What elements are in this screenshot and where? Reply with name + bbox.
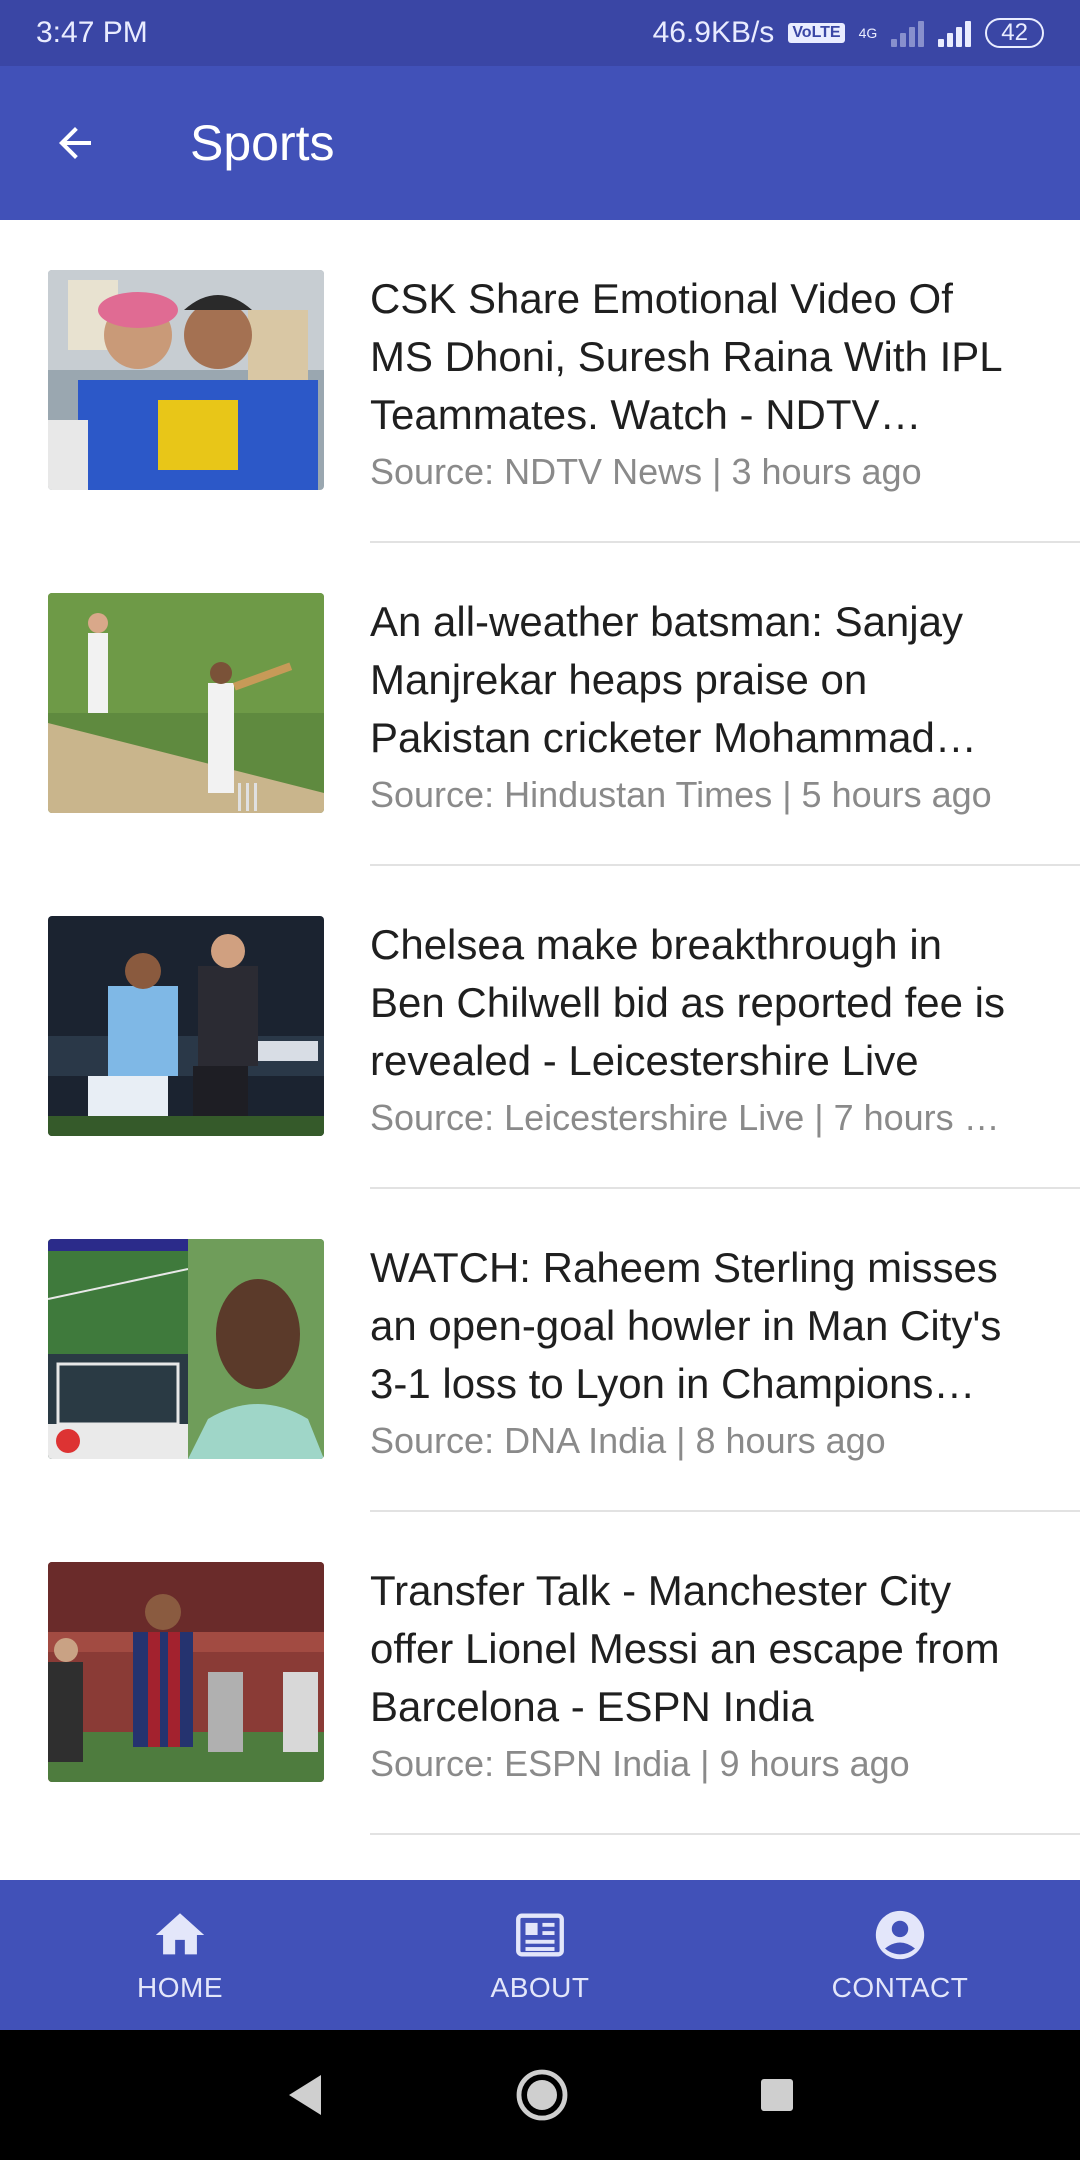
- news-headline: An all-weather batsman: Sanjay Manjrekar…: [370, 598, 963, 761]
- status-indicators: 46.9KB/s VoLTE 4G 42: [653, 16, 1044, 50]
- news-thumbnail: [48, 593, 324, 813]
- news-headline: Transfer Talk - Manchester City offer Li…: [370, 1567, 1000, 1730]
- divider: [370, 1833, 1080, 1835]
- network-type: 4G: [858, 25, 878, 41]
- news-headline: CSK Share Emotional Video Of MS Dhoni, S…: [370, 275, 1002, 438]
- news-thumbnail: [48, 1562, 324, 1782]
- news-item[interactable]: Chelsea make breakthrough in Ben Chilwel…: [0, 866, 1080, 1189]
- news-source: Source: Leicestershire Live | 7 hours ag…: [370, 1097, 1010, 1138]
- status-bar: 3:47 PM 46.9KB/s VoLTE 4G 42: [0, 0, 1080, 66]
- system-nav-bar: [0, 2030, 1080, 2160]
- news-thumbnail: [48, 270, 324, 490]
- news-item[interactable]: Transfer Talk - Manchester City offer Li…: [0, 1512, 1080, 1835]
- triangle-back-icon: [289, 2075, 321, 2115]
- news-source: Source: Hindustan Times | 5 hours ago: [370, 774, 992, 815]
- nav-home-label: HOME: [137, 1972, 223, 2003]
- battery-icon: 42: [985, 18, 1044, 48]
- nav-about-label: ABOUT: [490, 1972, 590, 2003]
- news-thumbnail: [48, 1239, 324, 1459]
- nav-home[interactable]: HOME: [0, 1880, 360, 2030]
- status-time: 3:47 PM: [36, 16, 148, 49]
- nav-contact-label: CONTACT: [831, 1972, 969, 2003]
- news-source: Source: NDTV News | 3 hours ago: [370, 451, 922, 492]
- system-recents-button[interactable]: [759, 2077, 795, 2113]
- bottom-navigation: HOME ABOUT CONTACT: [0, 1880, 1080, 2030]
- circle-home-icon: [516, 2069, 568, 2121]
- news-text: Chelsea make breakthrough in Ben Chilwel…: [370, 916, 1010, 1144]
- arrow-left-icon: [59, 127, 91, 159]
- news-text: WATCH: Raheem Sterling misses an open-go…: [370, 1239, 1010, 1467]
- nav-contact[interactable]: CONTACT: [720, 1880, 1080, 2030]
- news-headline: Chelsea make breakthrough in Ben Chilwel…: [370, 921, 1006, 1084]
- news-source: Source: DNA India | 8 hours ago: [370, 1420, 886, 1461]
- news-list: CSK Share Emotional Video Of MS Dhoni, S…: [0, 220, 1080, 1835]
- newspaper-icon: [516, 1913, 564, 1957]
- home-icon: [155, 1913, 205, 1955]
- news-thumbnail: [48, 916, 324, 1136]
- back-button[interactable]: [0, 66, 150, 220]
- app-bar: Sports: [0, 66, 1080, 220]
- account-circle-icon: [875, 1910, 925, 1960]
- news-item[interactable]: An all-weather batsman: Sanjay Manjrekar…: [0, 543, 1080, 866]
- square-recents-icon: [761, 2079, 793, 2111]
- news-text: CSK Share Emotional Video Of MS Dhoni, S…: [370, 270, 1010, 498]
- nav-about[interactable]: ABOUT: [360, 1880, 720, 2030]
- signal-icon-sim2: [938, 19, 972, 47]
- system-home-button[interactable]: [515, 2068, 569, 2122]
- news-item[interactable]: WATCH: Raheem Sterling misses an open-go…: [0, 1189, 1080, 1512]
- page-title: Sports: [190, 115, 335, 171]
- system-back-button[interactable]: [285, 2073, 325, 2117]
- network-speed: 46.9KB/s: [652, 16, 775, 49]
- news-headline: WATCH: Raheem Sterling misses an open-go…: [370, 1244, 1002, 1407]
- news-source: Source: ESPN India | 9 hours ago: [370, 1743, 910, 1784]
- signal-icon-sim1: [891, 19, 925, 47]
- volte-icon: VoLTE: [788, 23, 845, 43]
- news-text: Transfer Talk - Manchester City offer Li…: [370, 1562, 1010, 1790]
- news-text: An all-weather batsman: Sanjay Manjrekar…: [370, 593, 1010, 821]
- news-item[interactable]: CSK Share Emotional Video Of MS Dhoni, S…: [0, 220, 1080, 543]
